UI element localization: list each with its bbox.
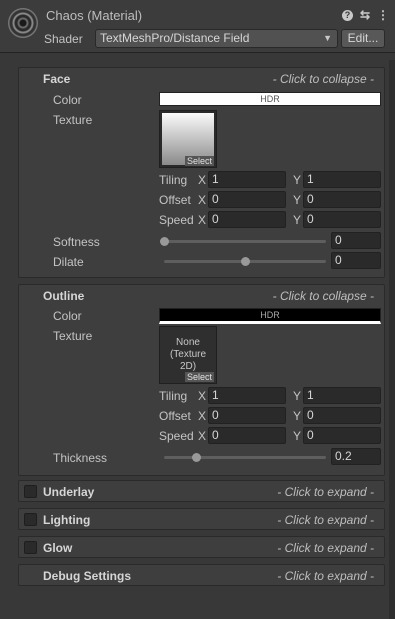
chevron-down-icon: ▼: [323, 33, 332, 43]
face-softness-label: Softness: [53, 235, 100, 249]
underlay-expand-hint[interactable]: - Click to expand -: [277, 485, 374, 499]
outline-thickness-slider[interactable]: [164, 453, 326, 462]
material-icon: [8, 8, 38, 38]
outline-texture-label: Texture: [53, 329, 93, 343]
outline-offset-y-input[interactable]: 0: [303, 407, 381, 424]
outline-speed-y-input[interactable]: 0: [303, 427, 381, 444]
outline-color-field[interactable]: HDR: [159, 308, 381, 324]
face-speed-y-label: Y: [293, 213, 302, 227]
outline-speed-x-input[interactable]: 0: [208, 427, 286, 444]
shader-label: Shader: [44, 32, 83, 46]
face-dilate-slider-thumb[interactable]: [241, 257, 250, 266]
face-tiling-y-label: Y: [293, 173, 302, 187]
face-texture-label: Texture: [53, 113, 93, 127]
outline-tiling-x-label: X: [198, 389, 207, 403]
face-foldout-title[interactable]: Face: [43, 72, 70, 86]
outline-speed-label: Speed: [159, 429, 194, 443]
glow-expand-hint[interactable]: - Click to expand -: [277, 541, 374, 555]
outline-color-label: Color: [53, 309, 82, 323]
glow-toggle[interactable]: [24, 541, 37, 554]
face-speed-x-label: X: [198, 213, 207, 227]
debug-settings-expand-hint[interactable]: - Click to expand -: [277, 569, 374, 583]
face-offset-y-label: Y: [293, 193, 302, 207]
face-dilate-label: Dilate: [53, 255, 84, 269]
glow-title[interactable]: Glow: [43, 541, 72, 555]
lighting-section[interactable]: Lighting - Click to expand -: [18, 508, 385, 530]
face-softness-slider[interactable]: [160, 237, 326, 246]
outline-texture-slot[interactable]: None (Texture 2D) Select: [159, 326, 217, 384]
shader-value: TextMeshPro/Distance Field: [100, 31, 250, 45]
face-speed-label: Speed: [159, 213, 194, 227]
underlay-title[interactable]: Underlay: [43, 485, 94, 499]
face-hdr-label: HDR: [260, 94, 280, 104]
lighting-title[interactable]: Lighting: [43, 513, 90, 527]
outline-thickness-input[interactable]: 0.2: [331, 448, 381, 465]
face-panel: Face - Click to collapse - Color HDR Tex…: [18, 67, 385, 278]
lighting-expand-hint[interactable]: - Click to expand -: [277, 513, 374, 527]
outline-offset-x-label: X: [198, 409, 207, 423]
face-offset-x-input[interactable]: 0: [208, 191, 286, 208]
outline-texture-none-line1: None: [176, 337, 200, 348]
face-offset-y-input[interactable]: 0: [303, 191, 381, 208]
face-speed-x-input[interactable]: 0: [208, 211, 286, 228]
outline-texture-none-text: None (Texture 2D): [160, 337, 216, 373]
face-offset-x-label: X: [198, 193, 207, 207]
outline-panel: Outline - Click to collapse - Color HDR …: [18, 284, 385, 476]
outline-offset-x-input[interactable]: 0: [208, 407, 286, 424]
outline-collapse-hint[interactable]: - Click to collapse -: [273, 289, 374, 303]
help-icon[interactable]: ?: [342, 9, 353, 21]
presets-icon[interactable]: ⇆: [359, 8, 371, 22]
outline-thickness-slider-thumb[interactable]: [192, 453, 202, 462]
face-color-field[interactable]: HDR: [159, 92, 381, 106]
debug-settings-section[interactable]: Debug Settings - Click to expand -: [18, 564, 385, 586]
glow-section[interactable]: Glow - Click to expand -: [18, 536, 385, 558]
face-tiling-x-input[interactable]: 1: [208, 171, 286, 188]
material-title: Chaos (Material): [46, 8, 143, 23]
outline-tiling-y-label: Y: [293, 389, 302, 403]
face-dilate-slider[interactable]: [164, 257, 326, 266]
face-color-label: Color: [53, 93, 82, 107]
outline-tiling-y-input[interactable]: 1: [303, 387, 381, 404]
outline-texture-select-button[interactable]: Select: [184, 372, 214, 382]
debug-settings-title[interactable]: Debug Settings: [43, 569, 131, 583]
underlay-toggle[interactable]: [24, 485, 37, 498]
more-options-icon[interactable]: ⋮: [377, 8, 389, 22]
shader-dropdown[interactable]: TextMeshPro/Distance Field ▼: [95, 29, 338, 48]
face-tiling-y-input[interactable]: 1: [303, 171, 381, 188]
face-collapse-hint[interactable]: - Click to collapse -: [273, 72, 374, 86]
outline-texture-none-line2: (Texture: [169, 349, 207, 360]
face-texture-select-button[interactable]: Select: [184, 156, 214, 166]
outline-foldout-title[interactable]: Outline: [43, 289, 84, 303]
face-softness-input[interactable]: 0: [331, 232, 381, 249]
face-tiling-x-label: X: [198, 173, 207, 187]
underlay-section[interactable]: Underlay - Click to expand -: [18, 480, 385, 502]
face-offset-label: Offset: [159, 193, 191, 207]
outline-speed-x-label: X: [198, 429, 207, 443]
outline-speed-y-label: Y: [293, 429, 302, 443]
material-header: Chaos (Material) ? ⇆ ⋮ Shader TextMeshPr…: [0, 0, 395, 53]
lighting-toggle[interactable]: [24, 513, 37, 526]
face-texture-slot[interactable]: Select: [159, 110, 217, 168]
outline-thickness-label: Thickness: [53, 451, 108, 465]
face-softness-slider-thumb[interactable]: [160, 237, 169, 246]
face-dilate-input[interactable]: 0: [331, 252, 381, 269]
outline-tiling-label: Tiling: [159, 389, 188, 403]
outline-hdr-label: HDR: [260, 310, 280, 320]
face-speed-y-input[interactable]: 0: [303, 211, 381, 228]
header-icons: ? ⇆ ⋮: [342, 8, 389, 22]
edit-shader-button[interactable]: Edit...: [341, 29, 385, 48]
vertical-scrollbar[interactable]: [389, 60, 395, 619]
outline-offset-label: Offset: [159, 409, 191, 423]
face-tiling-label: Tiling: [159, 173, 188, 187]
outline-tiling-x-input[interactable]: 1: [208, 387, 286, 404]
outline-offset-y-label: Y: [293, 409, 302, 423]
